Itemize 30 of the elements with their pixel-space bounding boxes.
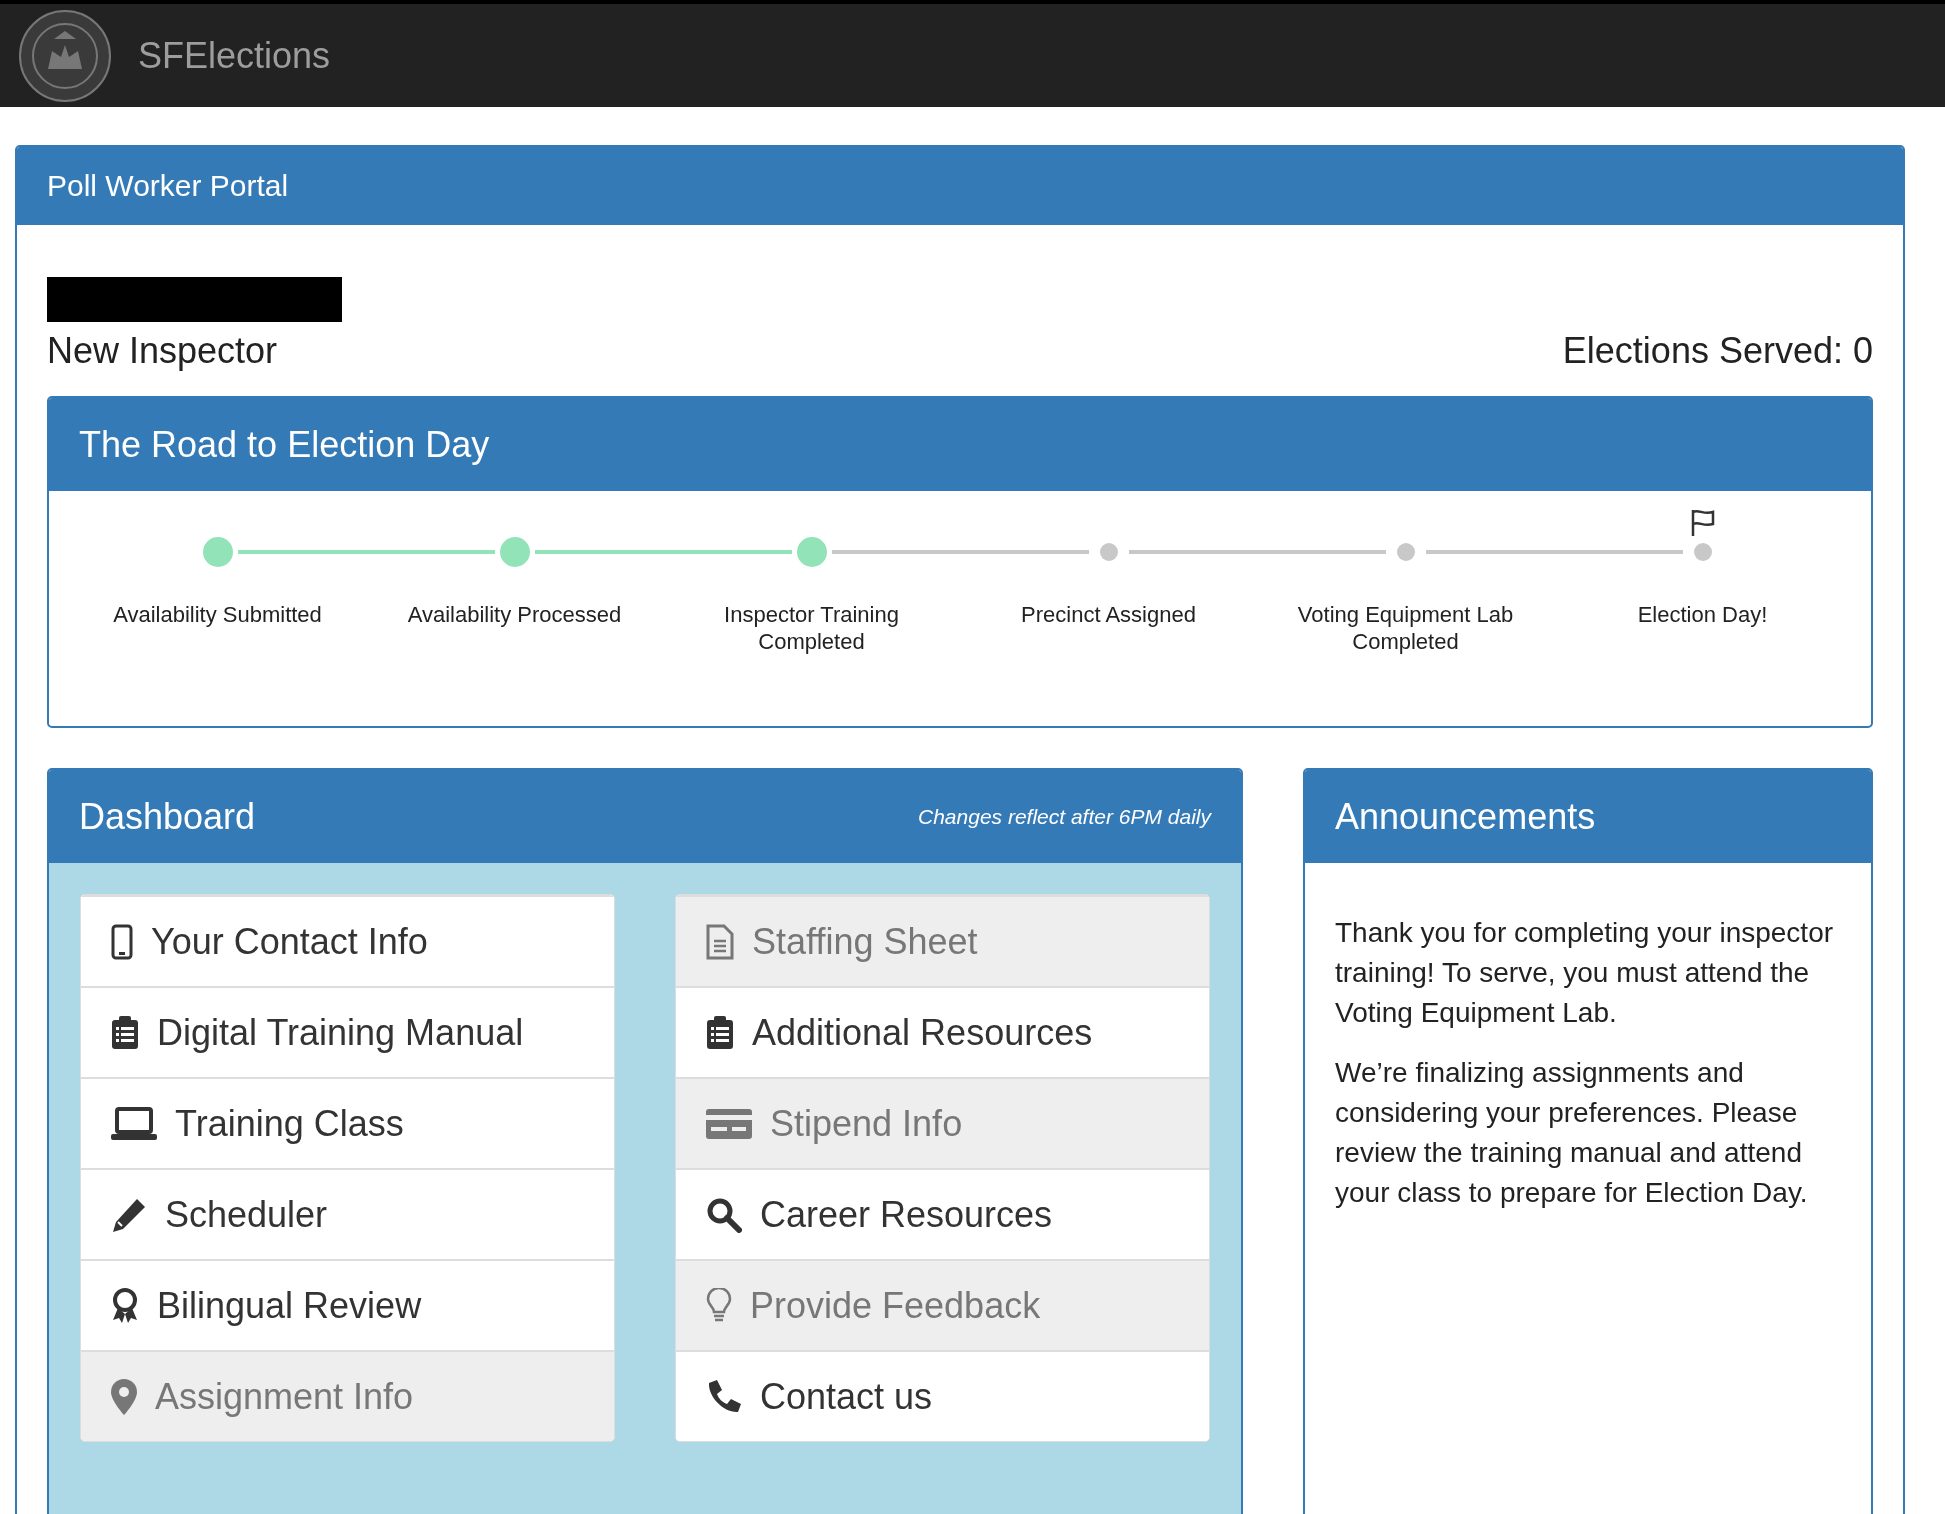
clipboard-icon bbox=[706, 1015, 734, 1050]
step-label: Voting Equipment Lab Completed bbox=[1296, 601, 1515, 655]
map-pin-icon bbox=[111, 1378, 137, 1415]
site-brand[interactable]: SFElections bbox=[138, 34, 331, 77]
search-icon bbox=[706, 1196, 742, 1233]
pencil-icon bbox=[111, 1196, 147, 1233]
award-ribbon-icon bbox=[111, 1287, 139, 1324]
flag-icon bbox=[1689, 509, 1716, 537]
announcement-text: Thank you for completing your inspector training! To serve, you must attend the Voting Equipment Lab. bbox=[1335, 916, 1835, 1030]
dashboard-link[interactable]: Contact us bbox=[676, 1350, 1209, 1441]
announcements-title: Announcements bbox=[1335, 795, 1596, 838]
credit-card-icon bbox=[706, 1108, 752, 1139]
elections-served-count: Elections Served: 0 bbox=[1562, 330, 1873, 372]
lightbulb-icon bbox=[706, 1287, 732, 1324]
phone-handset-icon bbox=[706, 1378, 742, 1415]
role-label: New Inspector bbox=[47, 330, 278, 372]
announcement-text: We’re finalizing assignments and considering your preferences. Please review the training manual and attend your class to prepare for Election Day. bbox=[1335, 1056, 1809, 1210]
step-label: Election Day! bbox=[1636, 601, 1769, 628]
step-label: Inspector Training Completed bbox=[723, 601, 900, 655]
dashboard-title: Dashboard bbox=[79, 795, 256, 838]
step-label: Precinct Assigned bbox=[1020, 601, 1197, 628]
road-title: The Road to Election Day bbox=[79, 423, 490, 466]
clipboard-icon bbox=[111, 1015, 139, 1050]
portal-title: Poll Worker Portal bbox=[47, 169, 289, 203]
laptop-icon bbox=[111, 1106, 157, 1141]
update-note: Changes reflect after 6PM daily bbox=[918, 804, 1211, 829]
phone-icon bbox=[111, 923, 133, 960]
step-label: Availability Submitted bbox=[112, 601, 323, 628]
step-label: Availability Processed bbox=[406, 601, 623, 628]
document-icon bbox=[706, 923, 734, 960]
